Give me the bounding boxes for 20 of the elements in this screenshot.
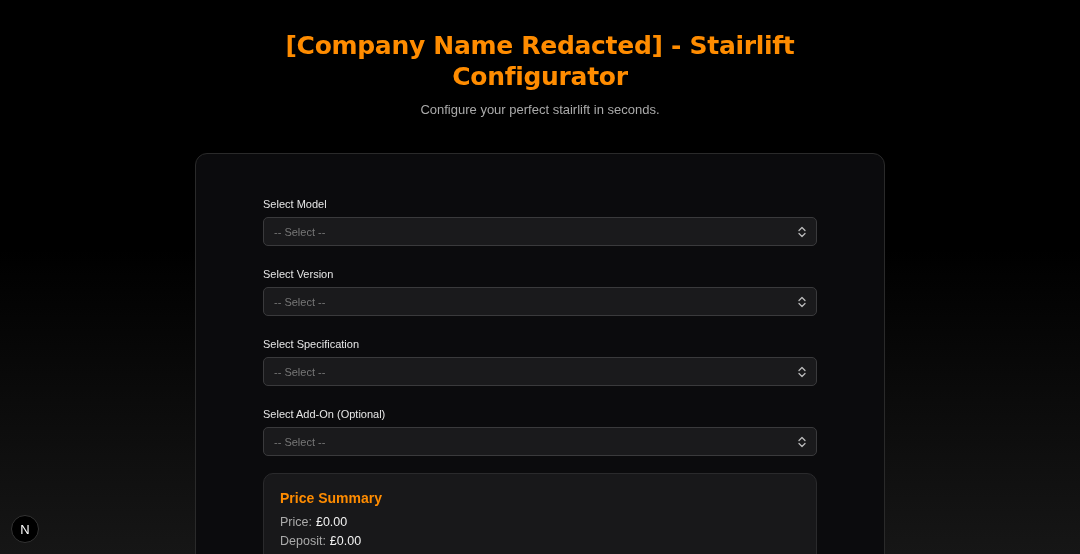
page-title: [Company Name Redacted] - Stairlift Configurator (284, 30, 796, 92)
dev-tools-badge[interactable]: N (11, 515, 39, 543)
select-dropdown[interactable]: -- Select -- (263, 357, 817, 386)
price-line-value: £0.00 (329, 533, 362, 550)
price-line-label: Deposit: (280, 533, 326, 550)
price-line-value: £0.00 (315, 514, 348, 531)
up-down-chevron-icon (798, 435, 806, 448)
field-label: Select Specification (263, 337, 360, 351)
field-label: Select Add-On (Optional) (263, 407, 387, 421)
select-dropdown[interactable]: -- Select -- (263, 287, 817, 316)
up-down-chevron-icon (798, 225, 806, 238)
field-label: Select Model (263, 197, 328, 211)
price-summary-title: Price Summary (280, 489, 383, 507)
select-dropdown[interactable]: -- Select -- (263, 217, 817, 246)
price-line-label: Price: (280, 514, 312, 531)
page-subtitle: Configure your perfect stairlift in seconds. (420, 102, 660, 117)
select-dropdown[interactable]: -- Select -- (263, 427, 817, 456)
field-label: Select Version (263, 267, 335, 281)
up-down-chevron-icon (798, 295, 806, 308)
up-down-chevron-icon (798, 365, 806, 378)
